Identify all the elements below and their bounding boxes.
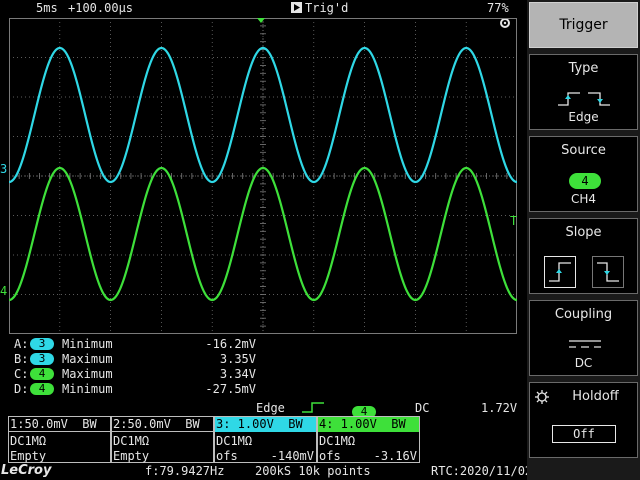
acquisition-readout: 200kS 10k points xyxy=(255,464,371,478)
measurement-slot: A: xyxy=(14,337,29,351)
measurement-channel-badge: 3 xyxy=(30,353,54,365)
timebase-readout[interactable]: 5ms xyxy=(36,1,58,15)
trigger-level-readout: 1.72V xyxy=(481,401,518,415)
measurement-value: 3.34V xyxy=(219,367,256,381)
measurement-row[interactable]: B: 3 Maximum 3.35V xyxy=(14,352,264,366)
run-state-label: Trig'd xyxy=(305,1,349,15)
channel-3-ground-marker[interactable]: 3 xyxy=(0,162,7,176)
measurement-channel-badge: 3 xyxy=(30,338,54,350)
battery-readout: 77% xyxy=(487,1,509,15)
channel-1-box[interactable]: 1:50.0mV BW DC1MΩ Empty xyxy=(8,416,111,463)
waveform-display[interactable] xyxy=(9,18,517,334)
channel-coupling: DC1MΩ xyxy=(10,434,47,448)
softkey-menu: Trigger Type Edge Source 4 CH4 Slope Cou… xyxy=(527,0,640,480)
measurement-channel-badge: 4 xyxy=(30,383,54,395)
measurement-name: Maximum xyxy=(62,352,113,366)
measurement-value: -16.2mV xyxy=(205,337,256,351)
trigger-coupling-readout: DC xyxy=(415,401,430,415)
channel-4-box[interactable]: 4: 1.00V BW DC1MΩ ofs -3.16V xyxy=(317,416,420,463)
menu-title: Trigger xyxy=(529,2,638,48)
channel-header: 1:50.0mV BW xyxy=(9,417,110,432)
brand-logo: LeCroy xyxy=(1,463,52,478)
channel-coupling: DC1MΩ xyxy=(216,434,253,448)
channel-offset: -140mV xyxy=(270,449,314,463)
source-softkey[interactable]: Source 4 CH4 xyxy=(529,136,638,212)
trigger-level-marker[interactable]: T xyxy=(510,214,517,228)
type-softkey[interactable]: Type Edge xyxy=(529,54,638,130)
source-channel-badge: 4 xyxy=(569,173,601,189)
channel-status: Empty xyxy=(10,449,47,463)
holdoff-value-box[interactable]: Off xyxy=(552,425,616,443)
measurement-slot: D: xyxy=(14,382,29,396)
measurement-slot: B: xyxy=(14,352,29,366)
trigger-type-readout: Edge xyxy=(256,401,285,415)
run-state-play-icon xyxy=(291,2,302,13)
edge-trigger-icon xyxy=(558,92,610,106)
measurement-slot: C: xyxy=(14,367,29,381)
trigger-position-marker xyxy=(257,18,265,23)
falling-slope-option[interactable] xyxy=(592,256,624,288)
channel-status: ofs xyxy=(319,449,341,463)
channel-header: 4: 1.00V BW xyxy=(318,417,419,432)
channel-coupling: DC1MΩ xyxy=(319,434,356,448)
measurement-value: 3.35V xyxy=(219,352,256,366)
channel-offset: -3.16V xyxy=(373,449,417,463)
channel-status: Empty xyxy=(113,449,150,463)
rising-edge-icon xyxy=(302,402,324,413)
channel-4-ground-marker[interactable]: 4 xyxy=(0,284,7,298)
channel-3-box[interactable]: 3: 1.00V BW DC1MΩ ofs -140mV xyxy=(214,416,317,463)
channel-2-box[interactable]: 2:50.0mV BW DC1MΩ Empty xyxy=(111,416,214,463)
channel-header: 2:50.0mV BW xyxy=(112,417,213,432)
channel-coupling: DC1MΩ xyxy=(113,434,150,448)
rising-slope-option[interactable] xyxy=(544,256,576,288)
graticule xyxy=(9,18,517,334)
status-bar: 5ms +100.00µs Trig'd 77% xyxy=(0,0,527,28)
channel-status: ofs xyxy=(216,449,238,463)
coupling-softkey[interactable]: Coupling DC xyxy=(529,300,638,376)
measurement-name: Minimum xyxy=(62,382,113,396)
slope-softkey[interactable]: Slope xyxy=(529,218,638,294)
measurement-value: -27.5mV xyxy=(205,382,256,396)
dc-symbol-icon xyxy=(569,340,601,348)
measurement-row[interactable]: D: 4 Minimum -27.5mV xyxy=(14,382,264,396)
measurement-name: Minimum xyxy=(62,337,113,351)
holdoff-softkey[interactable]: Holdoff Off xyxy=(529,382,638,458)
measurement-row[interactable]: A: 3 Minimum -16.2mV xyxy=(14,337,264,351)
measurement-row[interactable]: C: 4 Maximum 3.34V xyxy=(14,367,264,381)
measurement-channel-badge: 4 xyxy=(30,368,54,380)
channel-header: 3: 1.00V BW xyxy=(215,417,316,432)
measurement-name: Maximum xyxy=(62,367,113,381)
frequency-readout: f:79.9427Hz xyxy=(145,464,225,478)
delay-readout[interactable]: +100.00µs xyxy=(68,1,133,15)
